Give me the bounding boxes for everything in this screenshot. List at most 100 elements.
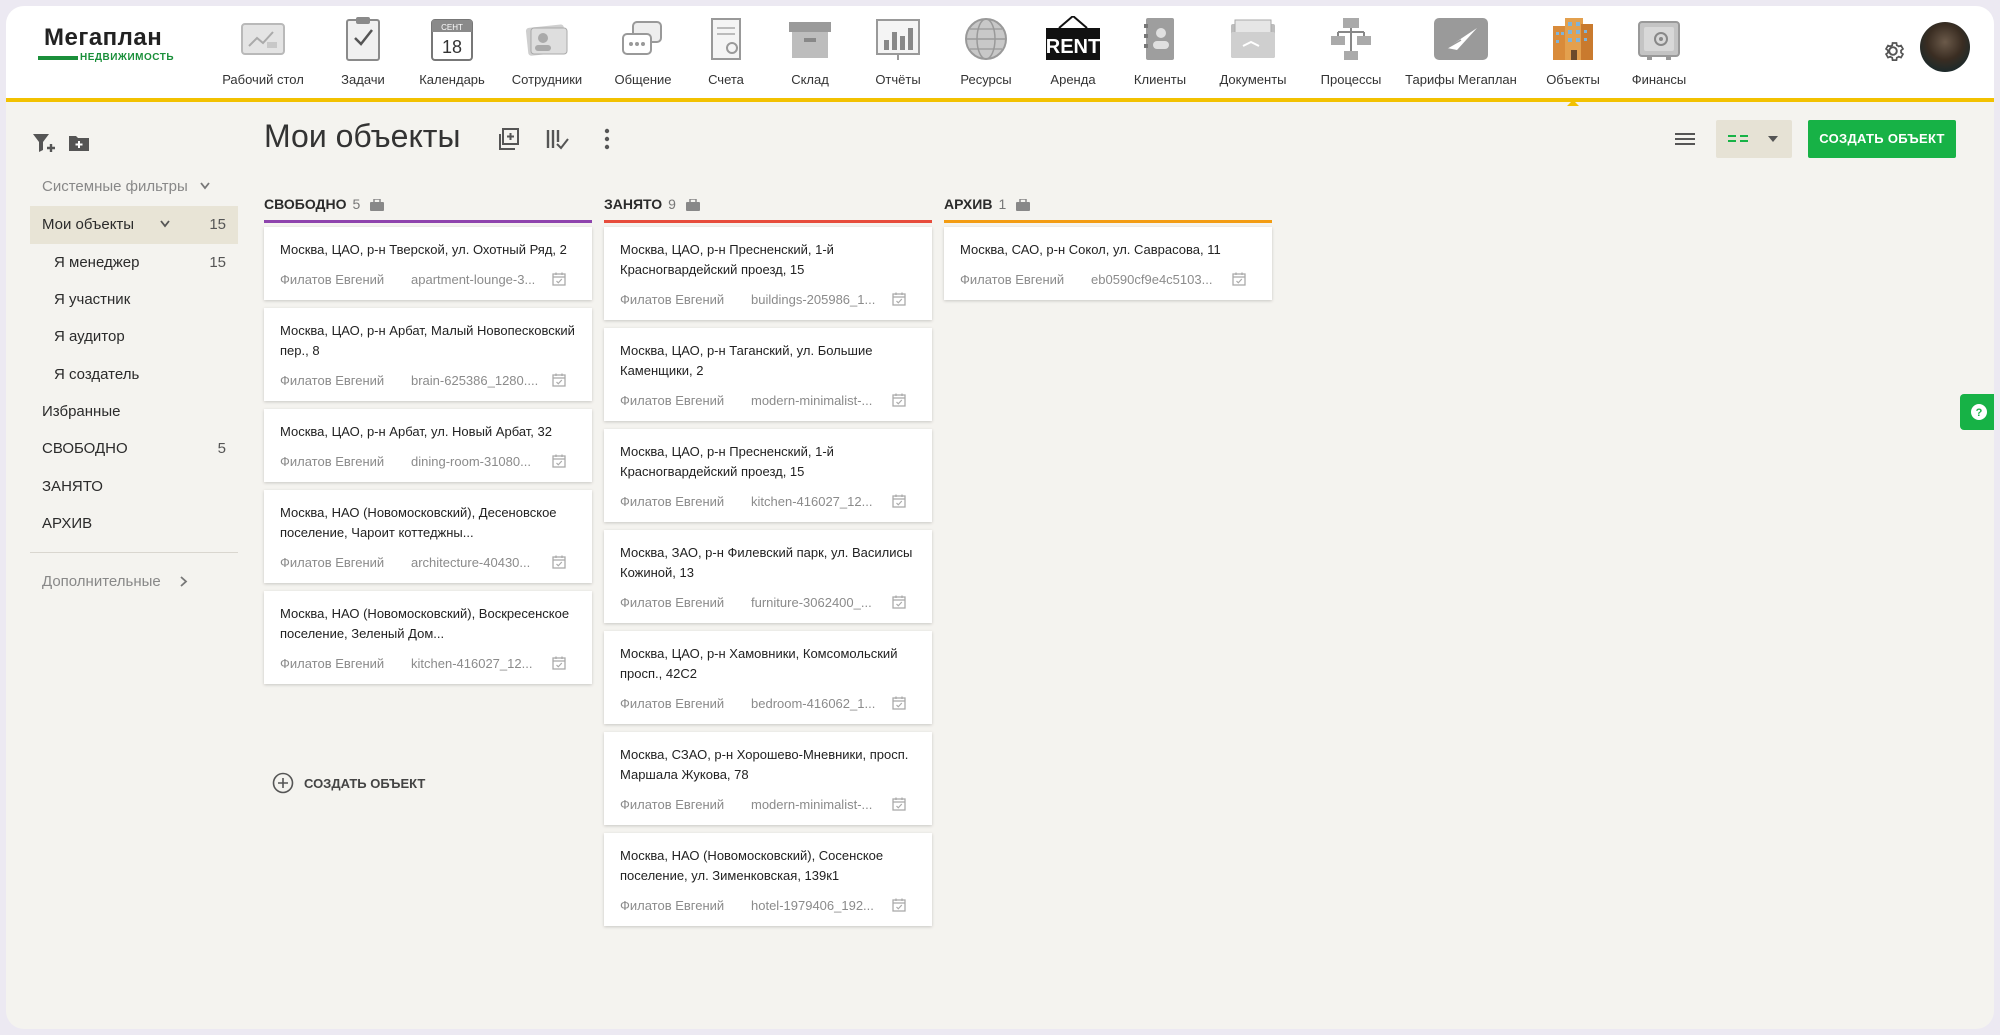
card-file[interactable]: brain-625386_1280.... bbox=[411, 373, 541, 388]
nav-item-invoices[interactable]: Счета bbox=[696, 12, 756, 96]
sidebar-extra-toggle[interactable]: Дополнительные bbox=[30, 563, 238, 601]
calendar-check-icon[interactable] bbox=[552, 373, 566, 387]
card-file[interactable]: kitchen-416027_12... bbox=[751, 494, 881, 509]
nav-item-reports[interactable]: Отчёты bbox=[862, 12, 934, 96]
calendar-check-icon[interactable] bbox=[892, 292, 906, 306]
object-card[interactable]: Москва, СЗАО, р-н Хорошево-Мневники, про… bbox=[604, 732, 932, 825]
calendar-check-icon[interactable] bbox=[892, 696, 906, 710]
user-avatar[interactable] bbox=[1920, 22, 1970, 72]
card-file[interactable]: buildings-205986_1... bbox=[751, 292, 881, 307]
nav-label: Задачи bbox=[341, 72, 385, 87]
calendar-check-icon[interactable] bbox=[552, 454, 566, 468]
sidebar-item-count: 5 bbox=[217, 440, 226, 457]
nav-item-rent[interactable]: RENT Аренда bbox=[1038, 12, 1108, 96]
card-file[interactable]: modern-minimalist-... bbox=[751, 393, 881, 408]
sidebar-item-creator[interactable]: Я создатель bbox=[30, 356, 238, 394]
card-file[interactable]: modern-minimalist-... bbox=[751, 797, 881, 812]
copy-icon[interactable] bbox=[496, 126, 522, 152]
nav-item-clients[interactable]: Клиенты bbox=[1124, 12, 1196, 96]
calendar-check-icon[interactable] bbox=[552, 555, 566, 569]
card-owner: Филатов Евгений bbox=[620, 797, 725, 812]
card-owner: Филатов Евгений bbox=[620, 595, 725, 610]
object-card[interactable]: Москва, НАО (Новомосковский), Сосенское … bbox=[604, 833, 932, 926]
card-file[interactable]: bedroom-416062_1... bbox=[751, 696, 881, 711]
list-view-icon[interactable] bbox=[1672, 126, 1698, 152]
card-meta: Филатов Евгений apartment-lounge-3... bbox=[264, 260, 592, 300]
object-card[interactable]: Москва, НАО (Новомосковский), Десеновско… bbox=[264, 490, 592, 583]
column-color-line bbox=[264, 220, 592, 223]
sidebar-item-archive[interactable]: АРХИВ bbox=[30, 505, 238, 543]
nav-item-employees[interactable]: Сотрудники bbox=[504, 12, 590, 96]
clients-book-icon bbox=[1144, 18, 1174, 60]
card-file[interactable]: hotel-1979406_192... bbox=[751, 898, 881, 913]
card-file[interactable]: architecture-40430... bbox=[411, 555, 541, 570]
nav-item-processes[interactable]: Процессы bbox=[1314, 12, 1388, 96]
sidebar-item-favorites[interactable]: Избранные bbox=[30, 393, 238, 431]
object-card[interactable]: Москва, ЗАО, р-н Филевский парк, ул. Вас… bbox=[604, 530, 932, 623]
settings-gear-icon[interactable] bbox=[1880, 38, 1906, 64]
column-cards: Москва, САО, р-н Сокол, ул. Саврасова, 1… bbox=[944, 227, 1272, 300]
nav-item-tasks[interactable]: Задачи bbox=[328, 12, 398, 96]
card-address: Москва, НАО (Новомосковский), Воскресенс… bbox=[280, 606, 570, 641]
columns-select-icon[interactable] bbox=[544, 126, 570, 152]
nav-label: Отчёты bbox=[875, 72, 921, 87]
sidebar-item-free[interactable]: СВОБОДНО 5 bbox=[30, 430, 238, 468]
sidebar-item-label: Избранные bbox=[42, 403, 121, 420]
calendar-check-icon[interactable] bbox=[1232, 272, 1246, 286]
nav-item-documents[interactable]: Документы bbox=[1210, 12, 1296, 96]
top-navigation-bar: Мегаплан НЕДВИЖИМОСТЬ Рабочий стол Задач… bbox=[6, 6, 1994, 106]
briefcase-icon bbox=[685, 199, 700, 211]
card-file[interactable]: dining-room-31080... bbox=[411, 454, 541, 469]
sidebar-item-my-objects[interactable]: Мои объекты 15 bbox=[30, 206, 238, 244]
rent-sign-icon: RENT bbox=[1046, 16, 1100, 60]
nav-item-objects[interactable]: Объекты bbox=[1536, 12, 1610, 106]
nav-label: Процессы bbox=[1320, 72, 1382, 87]
sidebar-item-participant[interactable]: Я участник bbox=[30, 281, 238, 319]
object-card[interactable]: Москва, ЦАО, р-н Хамовники, Комсомольски… bbox=[604, 631, 932, 724]
card-file[interactable]: apartment-lounge-3... bbox=[411, 272, 541, 287]
kanban-view-toggle[interactable] bbox=[1716, 120, 1792, 158]
buildings-icon bbox=[1553, 18, 1593, 60]
sidebar-item-manager[interactable]: Я менеджер 15 bbox=[30, 244, 238, 282]
chevron-down-icon bbox=[160, 220, 170, 228]
calendar-month: СЕНТ bbox=[441, 23, 463, 32]
object-card[interactable]: Москва, САО, р-н Сокол, ул. Саврасова, 1… bbox=[944, 227, 1272, 300]
card-meta: Филатов Евгений bedroom-416062_1... bbox=[604, 684, 932, 724]
nav-item-desktop[interactable]: Рабочий стол bbox=[218, 12, 308, 96]
system-filters-toggle[interactable]: Системные фильтры bbox=[30, 168, 238, 206]
card-file[interactable]: kitchen-416027_12... bbox=[411, 656, 541, 671]
calendar-check-icon[interactable] bbox=[552, 656, 566, 670]
sidebar-item-label: Я участник bbox=[54, 291, 131, 308]
more-menu-icon[interactable] bbox=[594, 126, 620, 152]
nav-item-chat[interactable]: Общение bbox=[606, 12, 680, 96]
add-folder-icon[interactable] bbox=[68, 134, 90, 152]
calendar-check-icon[interactable] bbox=[892, 797, 906, 811]
object-card[interactable]: Москва, ЦАО, р-н Пресненский, 1-й Красно… bbox=[604, 227, 932, 320]
help-tab[interactable]: ? bbox=[1960, 394, 1994, 430]
object-card[interactable]: Москва, ЦАО, р-н Пресненский, 1-й Красно… bbox=[604, 429, 932, 522]
create-object-button[interactable]: СОЗДАТЬ ОБЪЕКТ bbox=[1808, 120, 1956, 158]
card-file[interactable]: eb0590cf9e4c5103... bbox=[1091, 272, 1221, 287]
nav-label: Документы bbox=[1219, 72, 1287, 87]
object-card[interactable]: Москва, ЦАО, р-н Таганский, ул. Большие … bbox=[604, 328, 932, 421]
nav-item-tariffs[interactable]: Тарифы Мегаплан bbox=[1402, 12, 1520, 96]
sidebar-item-busy[interactable]: ЗАНЯТО bbox=[30, 468, 238, 506]
object-card[interactable]: Москва, ЦАО, р-н Арбат, Малый Новопесков… bbox=[264, 308, 592, 401]
column-header: АРХИВ 1 bbox=[944, 190, 1272, 220]
object-card[interactable]: Москва, НАО (Новомосковский), Воскресенс… bbox=[264, 591, 592, 684]
nav-item-warehouse[interactable]: Склад bbox=[778, 12, 842, 96]
object-card[interactable]: Москва, ЦАО, р-н Тверской, ул. Охотный Р… bbox=[264, 227, 592, 300]
nav-item-finance[interactable]: Финансы bbox=[1626, 12, 1692, 96]
calendar-check-icon[interactable] bbox=[892, 595, 906, 609]
card-file[interactable]: furniture-3062400_... bbox=[751, 595, 881, 610]
megaplan-logo[interactable]: Мегаплан НЕДВИЖИМОСТЬ bbox=[36, 20, 186, 70]
sidebar-item-auditor[interactable]: Я аудитор bbox=[30, 318, 238, 356]
calendar-check-icon[interactable] bbox=[552, 272, 566, 286]
calendar-check-icon[interactable] bbox=[892, 494, 906, 508]
calendar-check-icon[interactable] bbox=[892, 898, 906, 912]
nav-item-calendar[interactable]: СЕНТ 18 Календарь bbox=[412, 12, 492, 96]
add-filter-icon[interactable] bbox=[32, 132, 56, 154]
object-card[interactable]: Москва, ЦАО, р-н Арбат, ул. Новый Арбат,… bbox=[264, 409, 592, 482]
calendar-check-icon[interactable] bbox=[892, 393, 906, 407]
nav-item-resources[interactable]: Ресурсы bbox=[950, 12, 1022, 96]
